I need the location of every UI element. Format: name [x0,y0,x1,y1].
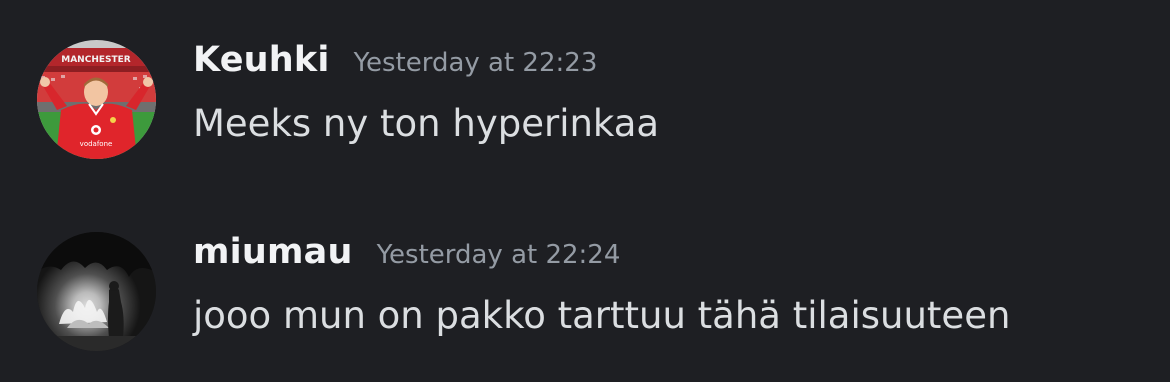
svg-text:vodafone: vodafone [80,140,113,148]
timestamp: Yesterday at 22:23 [353,48,598,78]
timestamp: Yesterday at 22:24 [376,240,621,270]
message-content: jooo mun on pakko tarttuu tähä tilaisuut… [193,294,1011,337]
username[interactable]: Keuhki [193,40,330,80]
username[interactable]: miumau [193,232,353,272]
message-header: Keuhki Yesterday at 22:23 [193,40,597,90]
bonfire-photo-avatar-icon [37,232,156,351]
avatar[interactable] [37,232,156,351]
football-player-avatar-icon: MANCHESTER vodafone [37,40,156,159]
avatar[interactable]: MANCHESTER vodafone [37,40,156,159]
message-content: Meeks ny ton hyperinkaa [193,102,660,145]
svg-text:MANCHESTER: MANCHESTER [61,55,131,65]
message-header: miumau Yesterday at 22:24 [193,232,620,282]
